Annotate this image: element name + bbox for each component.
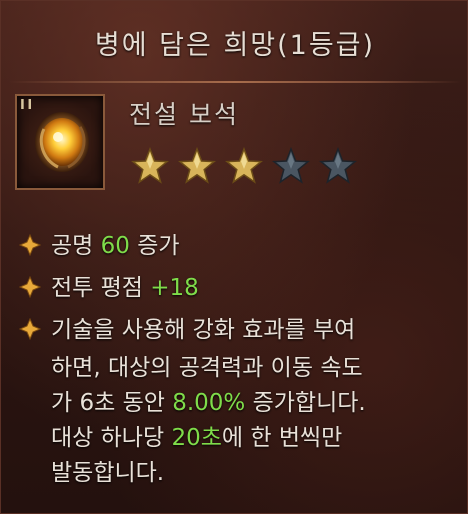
tier-mark: I I: [20, 98, 32, 113]
stat-value: 60: [100, 233, 130, 259]
star-filled-icon: [225, 147, 263, 184]
effect-value: 8.00%: [172, 390, 246, 416]
cooldown-value: 20초: [171, 425, 222, 451]
diamond-bullet-icon: [18, 271, 51, 308]
description-line: 기술을 사용해 강화 효과를 부여: [18, 313, 459, 351]
diamond-bullet-icon: [18, 313, 51, 351]
stat-line-combat-rating: 전투 평점 +18: [18, 271, 199, 308]
item-title: 병에 담은 희망(1등급): [94, 30, 376, 61]
stat-line-resonance: 공명 60 증가: [18, 229, 180, 266]
description-line: 대상 하나당 20초에 한 번씩만: [51, 425, 343, 451]
description-line: 발동합니다.: [51, 460, 165, 486]
star-filled-icon: [131, 147, 169, 184]
star-filled-icon: [178, 147, 216, 184]
item-rarity: 전설 보석: [129, 100, 239, 129]
stat-label: 공명: [51, 233, 101, 259]
item-icon-frame: I I: [15, 94, 105, 190]
description-line: 가 6초 동안 8.00% 증가합니다.: [51, 390, 366, 416]
title-divider: [9, 81, 461, 83]
star-empty-icon: [272, 147, 310, 184]
item-tooltip: 병에 담은 희망(1등급) I I 전설 보석 공명 60 증가 전투 평점 +…: [0, 0, 468, 514]
stat-label: 전투 평점: [51, 275, 151, 301]
description-line: 하면, 대상의 공격력과 이동 속도: [51, 355, 363, 381]
effect-description: 기술을 사용해 강화 효과를 부여 하면, 대상의 공격력과 이동 속도 가 6…: [18, 313, 459, 491]
star-empty-icon: [319, 147, 357, 184]
stat-suffix: 증가: [129, 233, 180, 259]
stat-value: +18: [150, 275, 199, 301]
orb-gem-icon: [35, 112, 89, 172]
diamond-bullet-icon: [18, 229, 51, 266]
